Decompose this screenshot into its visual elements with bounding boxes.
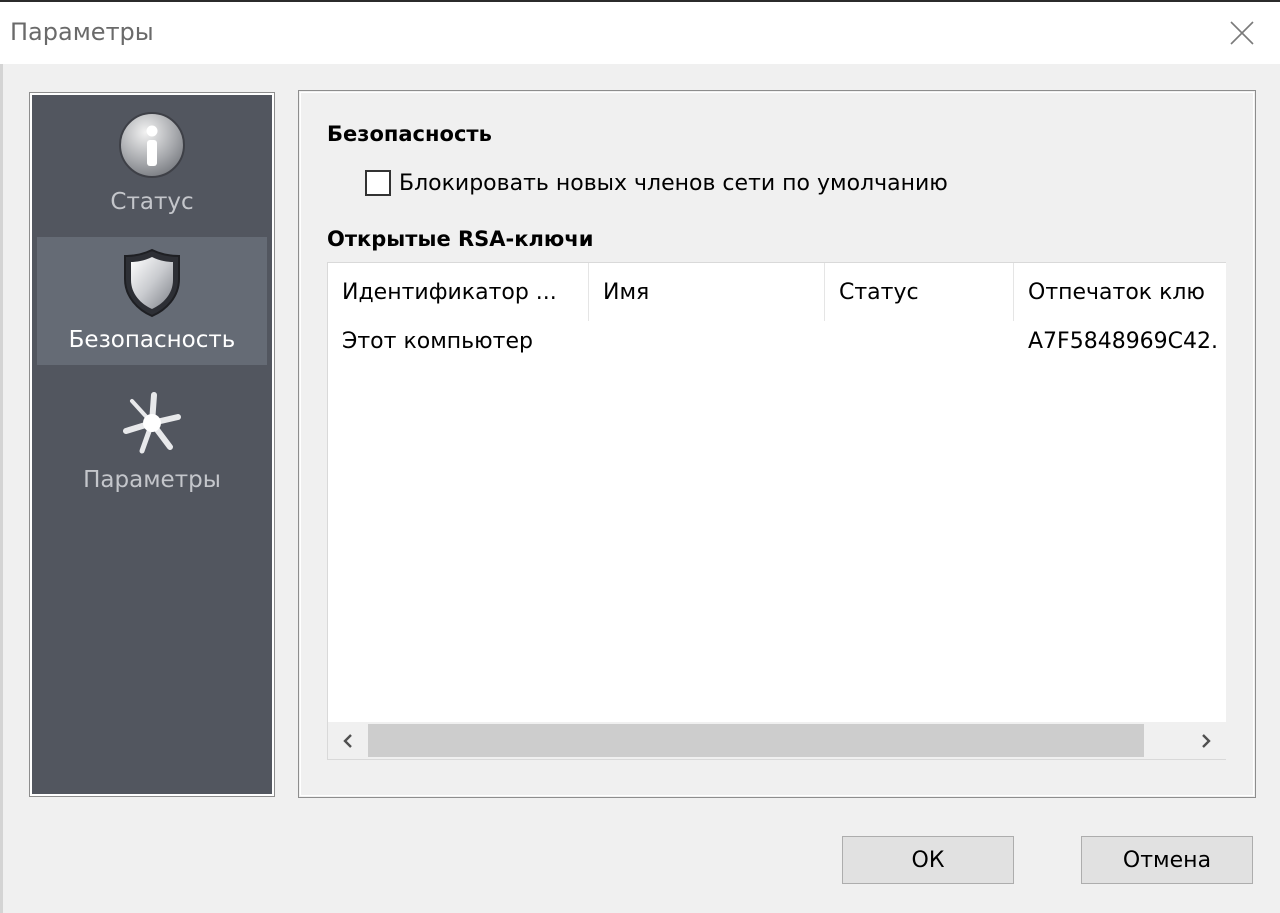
cancel-button[interactable]: Отмена — [1081, 836, 1253, 884]
column-header-id[interactable]: Идентификатор ... — [328, 263, 589, 321]
info-icon — [119, 112, 185, 178]
scrollbar-thumb[interactable] — [368, 724, 1144, 757]
sidebar-item-label: Статус — [110, 189, 194, 215]
column-header-status[interactable]: Статус — [825, 263, 1014, 321]
scroll-left-button[interactable] — [328, 722, 368, 759]
sidebar-item-label: Параметры — [83, 467, 221, 493]
cell-id: Этот компьютер — [342, 329, 533, 354]
cell-fingerprint: A7F5848969C42. — [1028, 329, 1219, 354]
close-button[interactable] — [1212, 10, 1272, 56]
scroll-right-button[interactable] — [1186, 722, 1226, 759]
sidebar-panel: Статус Безопасность Параметры — [32, 95, 272, 794]
block-new-members-checkbox[interactable] — [365, 170, 391, 196]
ok-button[interactable]: ОК — [842, 836, 1014, 884]
settings-dialog: Параметры Статус Безопасность Параметры … — [0, 0, 1280, 913]
sidebar: Статус Безопасность Параметры — [29, 92, 275, 797]
column-header-name[interactable]: Имя — [589, 263, 825, 321]
sidebar-item-parameters[interactable]: Параметры — [37, 379, 267, 507]
shield-icon — [124, 248, 180, 318]
close-icon — [1230, 21, 1254, 45]
title-bar: Параметры — [0, 2, 1280, 64]
block-new-members-label: Блокировать новых членов сети по умолчан… — [399, 170, 948, 196]
horizontal-scrollbar[interactable] — [328, 722, 1226, 759]
settings-burst-icon — [123, 392, 181, 454]
chevron-left-icon — [343, 733, 352, 748]
sidebar-item-label: Безопасность — [68, 327, 236, 353]
window-border — [0, 64, 3, 913]
chevron-right-icon — [1202, 733, 1211, 748]
security-heading: Безопасность — [327, 122, 492, 146]
sidebar-item-status[interactable]: Статус — [37, 109, 267, 237]
list-header: Идентификатор ... Имя Статус Отпечаток к… — [328, 263, 1226, 321]
rsa-keys-list[interactable]: Идентификатор ... Имя Статус Отпечаток к… — [327, 262, 1226, 760]
column-header-fingerprint[interactable]: Отпечаток клю — [1014, 263, 1226, 321]
window-title: Параметры — [10, 18, 154, 46]
block-new-members-option[interactable]: Блокировать новых членов сети по умолчан… — [365, 170, 948, 196]
sidebar-item-security[interactable]: Безопасность — [37, 237, 267, 365]
rsa-keys-heading: Открытые RSA-ключи — [327, 227, 594, 251]
